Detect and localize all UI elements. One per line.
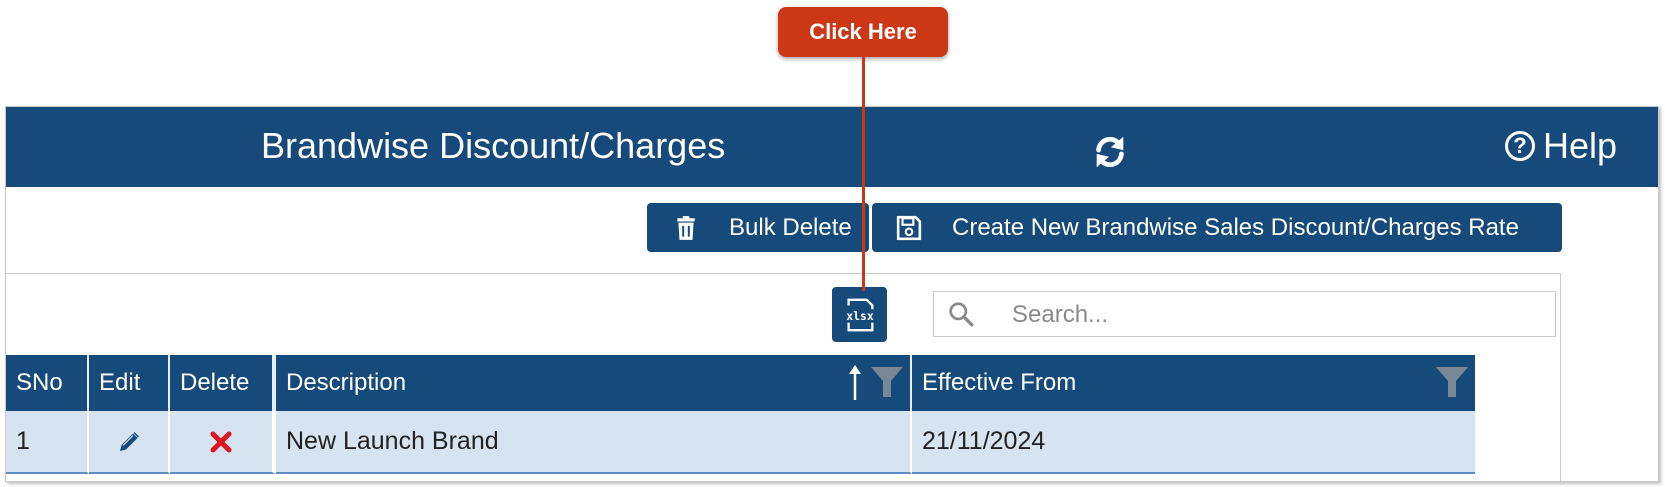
filter-icon[interactable]: [870, 365, 904, 399]
svg-text:xlsx: xlsx: [846, 308, 874, 322]
refresh-icon[interactable]: [1091, 133, 1129, 171]
column-header-sno[interactable]: SNo: [6, 355, 89, 411]
effective-from-value: 21/11/2024: [922, 427, 1046, 455]
panel-header: Brandwise Discount/Charges ? Help: [6, 107, 1658, 187]
column-label: SNo: [16, 369, 63, 396]
pencil-icon[interactable]: [117, 430, 141, 454]
sno-value: 1: [16, 427, 30, 455]
callout-label: Click Here: [809, 19, 917, 44]
question-circle-icon: ?: [1505, 131, 1535, 161]
table-row-cell-delete: [170, 411, 276, 474]
bulk-delete-button[interactable]: Bulk Delete: [647, 203, 869, 252]
xlsx-export-icon: xlsx: [846, 298, 874, 331]
create-new-rate-button[interactable]: Create New Brandwise Sales Discount/Char…: [872, 203, 1562, 252]
filter-icon[interactable]: [1435, 365, 1469, 399]
column-label: Description: [286, 369, 407, 396]
search-box: [933, 291, 1556, 337]
table-row-cell-effective-from: 21/11/2024: [912, 411, 1475, 474]
table-row-cell-sno: 1: [6, 411, 89, 474]
click-here-callout: Click Here: [778, 7, 948, 57]
create-new-rate-label: Create New Brandwise Sales Discount/Char…: [952, 213, 1519, 241]
callout-pointer-line: [862, 57, 865, 291]
table-row-cell-edit: [89, 411, 170, 474]
column-header-edit: Edit: [89, 355, 170, 411]
search-icon: [949, 302, 974, 327]
delete-x-icon[interactable]: [210, 431, 232, 453]
column-header-description[interactable]: Description: [276, 355, 912, 411]
column-label: Effective From: [922, 369, 1077, 396]
table-row-cell-description: New Launch Brand: [276, 411, 912, 474]
bulk-delete-label: Bulk Delete: [729, 213, 852, 241]
trash-icon: [677, 215, 695, 240]
column-label: Edit: [99, 369, 141, 396]
brandwise-discount-panel: Brandwise Discount/Charges ? Help Bulk D…: [5, 106, 1659, 482]
help-label: Help: [1543, 125, 1618, 166]
search-input[interactable]: [1010, 298, 1534, 332]
save-icon: [896, 215, 922, 240]
help-link[interactable]: ? Help: [1505, 125, 1617, 167]
column-header-delete: Delete: [170, 355, 276, 411]
column-header-effective-from[interactable]: Effective From: [912, 355, 1475, 411]
sort-ascending-icon[interactable]: [846, 364, 864, 402]
export-xlsx-button[interactable]: xlsx: [832, 287, 887, 342]
column-label: Delete: [180, 369, 250, 396]
description-value: New Launch Brand: [286, 427, 499, 455]
page-title: Brandwise Discount/Charges: [261, 125, 726, 166]
